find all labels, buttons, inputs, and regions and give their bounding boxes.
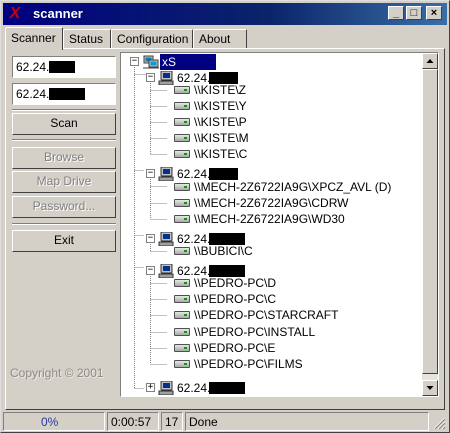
drive-icon (174, 311, 190, 319)
drive-icon (174, 150, 190, 158)
share-label: \\PEDRO-PC\C (194, 292, 277, 306)
maximize-button[interactable]: □ (406, 6, 422, 20)
share-label: \\KISTE\C (194, 147, 248, 161)
drive-icon (174, 134, 190, 142)
collapse-toggle[interactable]: − (146, 234, 155, 243)
drive-icon (174, 360, 190, 368)
scanner-window: X scanner _ □ × Scanner Status Configura… (0, 0, 450, 433)
collapse-toggle[interactable]: − (146, 169, 155, 178)
scanner-panel: 62.24. 62.24. Scan Browse Map Drive Pass… (5, 48, 445, 410)
drive-icon (174, 344, 190, 352)
close-button[interactable]: × (426, 6, 442, 20)
copyright-text: Copyright © 2001 (10, 366, 104, 380)
tree-share-node[interactable]: \\KISTE\P (121, 114, 421, 130)
tree-vertical-scrollbar[interactable] (422, 53, 438, 396)
status-count: 17 (161, 412, 183, 431)
share-label: \\KISTE\M (194, 131, 249, 145)
tree-share-node[interactable]: \\KISTE\C (121, 146, 421, 162)
start-ip-value: 62.24. (16, 60, 50, 74)
status-progress: 0% (3, 412, 105, 431)
tree-share-node[interactable]: \\PEDRO-PC\FILMS (121, 356, 421, 372)
tree-share-node[interactable]: \\KISTE\Y (121, 98, 421, 114)
arrow-up-icon (426, 59, 434, 63)
share-label: \\KISTE\P (194, 115, 247, 129)
tab-configuration[interactable]: Configuration (111, 29, 193, 49)
tree-share-node[interactable]: \\PEDRO-PC\INSTALL (121, 324, 421, 340)
drive-icon (174, 247, 190, 255)
drive-icon (174, 199, 190, 207)
share-label: \\BUBICI\C (194, 244, 253, 258)
tab-status[interactable]: Status (63, 29, 111, 49)
browse-button[interactable]: Browse (12, 147, 116, 169)
share-label: \\PEDRO-PC\FILMS (194, 357, 303, 371)
tree-share-node[interactable]: \\PEDRO-PC\STARCRAFT (121, 307, 421, 323)
expand-toggle[interactable]: + (146, 383, 155, 392)
divider (12, 109, 116, 111)
tab-about[interactable]: About ... (193, 29, 247, 60)
drive-icon (174, 215, 190, 223)
drive-icon (174, 279, 190, 287)
collapse-toggle[interactable]: − (146, 266, 155, 275)
collapse-toggle[interactable]: − (130, 57, 139, 66)
share-label: \\KISTE\Z (194, 83, 247, 97)
scroll-thumb[interactable] (422, 69, 438, 374)
title-bar[interactable]: X scanner _ □ × (3, 3, 447, 25)
tab-strip: Scanner Status Configuration About ... (5, 27, 445, 60)
drive-icon (174, 118, 190, 126)
drive-icon (174, 328, 190, 336)
map-drive-button[interactable]: Map Drive (12, 171, 116, 193)
resize-grip-icon[interactable] (433, 417, 446, 430)
collapse-toggle[interactable]: − (146, 73, 155, 82)
status-elapsed: 0:00:57 (107, 412, 159, 431)
tree-share-node[interactable]: \\PEDRO-PC\E (121, 340, 421, 356)
status-message: Done (185, 412, 429, 431)
status-bar: 0% 0:00:57 17 Done (3, 412, 447, 431)
share-label: \\MECH-2Z6722IA9G\XPCZ_AVL (D) (194, 180, 392, 194)
start-ip-field[interactable]: 62.24. (12, 56, 116, 78)
computer-icon (158, 381, 174, 395)
drive-icon (174, 102, 190, 110)
tree-share-node[interactable]: \\KISTE\M (121, 130, 421, 146)
password-button[interactable]: Password... (12, 196, 116, 218)
share-label: \\PEDRO-PC\E (194, 341, 276, 355)
tree-share-node[interactable]: \\BUBICI\C (121, 243, 421, 259)
share-label: \\PEDRO-PC\D (194, 276, 277, 290)
redaction-block (49, 88, 86, 100)
app-icon: X (9, 5, 21, 22)
share-label: \\MECH-2Z6722IA9G\WD30 (194, 212, 345, 226)
tab-scanner[interactable]: Scanner (5, 27, 63, 50)
root-label: xS (160, 54, 216, 70)
share-tree[interactable]: − xS − 62.24. \\KISTE\Z \\KISTE\Y \\KIST… (120, 52, 439, 397)
share-label: \\PEDRO-PC\INSTALL (194, 325, 316, 339)
window-title: scanner (33, 6, 83, 21)
drive-icon (174, 86, 190, 94)
tree-share-node[interactable]: \\MECH-2Z6722IA9G\CDRW (121, 195, 421, 211)
scroll-down-button[interactable] (422, 380, 438, 396)
tree-share-node[interactable]: \\MECH-2Z6722IA9G\WD30 (121, 211, 421, 227)
arrow-down-icon (426, 386, 434, 390)
tree-share-node[interactable]: \\MECH-2Z6722IA9G\XPCZ_AVL (D) (121, 179, 421, 195)
tree-share-node[interactable]: \\KISTE\Z (121, 82, 421, 98)
scan-button[interactable]: Scan (12, 113, 116, 135)
divider (12, 223, 116, 225)
share-label: \\MECH-2Z6722IA9G\CDRW (194, 196, 349, 210)
tree-share-node[interactable]: \\PEDRO-PC\D (121, 275, 421, 291)
divider (12, 139, 116, 141)
network-icon (143, 55, 159, 69)
minimize-button[interactable]: _ (388, 6, 404, 20)
share-label: \\PEDRO-PC\STARCRAFT (194, 308, 339, 322)
end-ip-field[interactable]: 62.24. (12, 83, 116, 105)
tree-host-node[interactable]: + 62.24. (121, 380, 421, 396)
share-label: \\KISTE\Y (194, 99, 247, 113)
scroll-up-button[interactable] (422, 53, 438, 69)
tree-root-node[interactable]: − xS (121, 54, 261, 70)
drive-icon (174, 295, 190, 303)
exit-button[interactable]: Exit (12, 230, 116, 252)
drive-icon (174, 183, 190, 191)
host-ip-label: 62.24. (177, 381, 211, 395)
redaction-block (49, 61, 76, 73)
end-ip-value: 62.24. (16, 87, 50, 101)
tree-share-node[interactable]: \\PEDRO-PC\C (121, 291, 421, 307)
redaction-block (209, 382, 245, 394)
